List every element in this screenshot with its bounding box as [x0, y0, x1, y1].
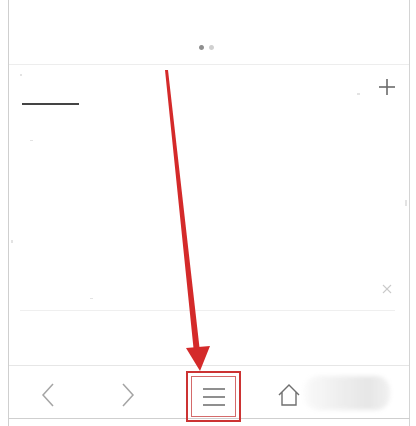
page-indicator[interactable] [199, 45, 214, 51]
close-x-icon[interactable] [381, 283, 393, 295]
forward-button[interactable] [114, 380, 142, 410]
faint-mark [90, 298, 93, 299]
page-dot[interactable] [209, 45, 214, 50]
blurred-region [304, 376, 390, 410]
menu-button-highlight [191, 376, 236, 417]
faint-mark [30, 140, 33, 141]
header-divider [9, 64, 409, 65]
home-icon [278, 384, 300, 406]
content-divider [20, 310, 395, 311]
toolbar-divider [9, 365, 409, 366]
browser-screen [0, 0, 416, 426]
faint-mark [405, 200, 407, 206]
add-button[interactable] [376, 76, 398, 98]
chevron-right-icon [122, 383, 135, 407]
faint-mark [11, 240, 13, 243]
plus-icon [379, 79, 395, 95]
back-button[interactable] [34, 380, 62, 410]
faint-mark [357, 93, 360, 95]
home-button[interactable] [274, 380, 304, 410]
hamburger-menu-icon [202, 387, 225, 406]
menu-button[interactable] [186, 371, 241, 422]
annotation-arrow-head [186, 346, 210, 371]
chevron-left-icon [41, 383, 54, 407]
frame-right-border [409, 0, 410, 426]
faint-mark [20, 74, 22, 76]
page-dot-active[interactable] [199, 45, 204, 50]
active-tab-indicator[interactable] [22, 103, 79, 105]
